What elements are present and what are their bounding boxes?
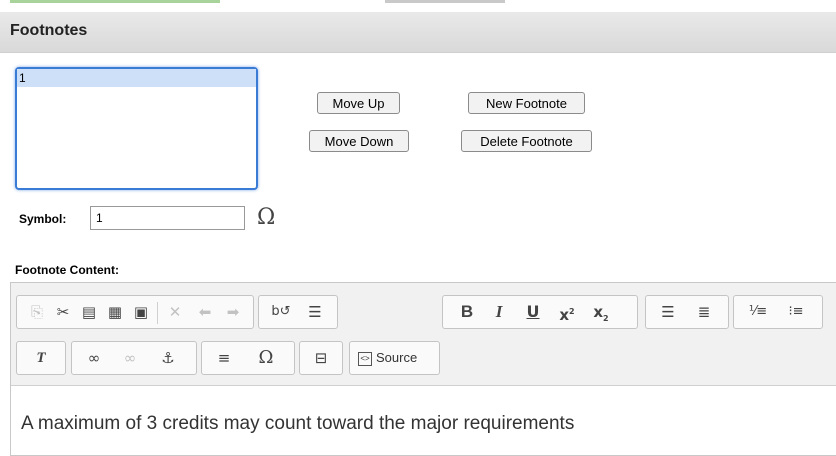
footnote-content-label: Footnote Content:: [15, 263, 119, 277]
bold-icon[interactable]: B: [455, 300, 479, 324]
editor-toolbar: ⎘ ✂ ▤ ▦ ▣ ✕ ⬅ ➡ b↺ ☰ B I U x2 x2 ☰ ≣ ⅟≡ …: [11, 283, 836, 386]
cut-icon[interactable]: ✂: [51, 300, 75, 324]
editing-group: b↺ ☰: [258, 295, 338, 329]
copy-format-icon[interactable]: ⎘: [25, 300, 49, 324]
link-icon[interactable]: ∞: [82, 346, 106, 370]
basic-styles-group: B I U x2 x2: [442, 295, 638, 329]
template-group: ⊟: [299, 341, 343, 375]
separator: [157, 302, 158, 324]
special-char-icon[interactable]: Ω: [254, 346, 278, 370]
remove-format-icon[interactable]: T: [29, 346, 53, 370]
subscript-icon[interactable]: x2: [589, 300, 613, 324]
footnote-content-text[interactable]: A maximum of 3 credits may count toward …: [21, 413, 574, 435]
remove-format-group: T: [16, 341, 66, 375]
footnote-list[interactable]: 1: [15, 67, 258, 190]
superscript-icon[interactable]: x2: [555, 300, 579, 324]
clipboard-group: ⎘ ✂ ▤ ▦ ▣ ✕ ⬅ ➡: [16, 295, 254, 329]
remove-icon[interactable]: ✕: [163, 300, 187, 324]
background-text: [385, 0, 505, 3]
redo-icon[interactable]: ➡: [221, 300, 245, 324]
dialog-titlebar: Footnotes: [0, 12, 836, 53]
horizontal-line-icon[interactable]: ≡: [212, 346, 236, 370]
rich-text-editor: ⎘ ✂ ▤ ▦ ▣ ✕ ⬅ ➡ b↺ ☰ B I U x2 x2 ☰ ≣ ⅟≡ …: [10, 282, 836, 456]
source-group: <> Source: [349, 341, 440, 375]
background-tab: [10, 0, 220, 3]
unlink-icon[interactable]: ∞: [118, 346, 142, 370]
paste-word-icon[interactable]: ▣: [129, 300, 153, 324]
footnote-list-item[interactable]: 1: [17, 69, 256, 87]
link-group: ∞ ∞ ⚓: [71, 341, 197, 375]
top-strip: [0, 0, 836, 12]
numbered-list-icon[interactable]: ⅟≡: [746, 300, 770, 324]
spellcheck-icon[interactable]: ☰: [303, 300, 327, 324]
source-label: Source: [376, 350, 418, 365]
paste-text-icon[interactable]: ▦: [103, 300, 127, 324]
new-footnote-button[interactable]: New Footnote: [468, 92, 585, 114]
symbol-input[interactable]: 1: [90, 206, 245, 230]
special-char-icon[interactable]: Ω: [257, 205, 275, 230]
list-group: ⅟≡ ⁝≡: [733, 295, 823, 329]
source-icon: <>: [358, 351, 372, 366]
anchor-icon[interactable]: ⚓: [156, 346, 180, 370]
move-down-button[interactable]: Move Down: [309, 130, 409, 152]
find-replace-icon[interactable]: b↺: [269, 300, 293, 324]
align-left-icon[interactable]: ☰: [656, 300, 680, 324]
italic-icon[interactable]: I: [487, 300, 511, 324]
move-up-button[interactable]: Move Up: [317, 92, 400, 114]
justify-icon[interactable]: ≣: [692, 300, 716, 324]
undo-icon[interactable]: ⬅: [193, 300, 217, 324]
delete-footnote-button[interactable]: Delete Footnote: [461, 130, 592, 152]
alignment-group: ☰ ≣: [645, 295, 729, 329]
template-icon[interactable]: ⊟: [309, 346, 333, 370]
insert-group: ≡ Ω: [201, 341, 295, 375]
source-button[interactable]: <> Source: [358, 346, 417, 370]
underline-icon[interactable]: U: [521, 300, 545, 324]
bulleted-list-icon[interactable]: ⁝≡: [784, 300, 808, 324]
symbol-label: Symbol:: [19, 212, 67, 226]
dialog-title: Footnotes: [10, 22, 88, 39]
paste-icon[interactable]: ▤: [77, 300, 101, 324]
